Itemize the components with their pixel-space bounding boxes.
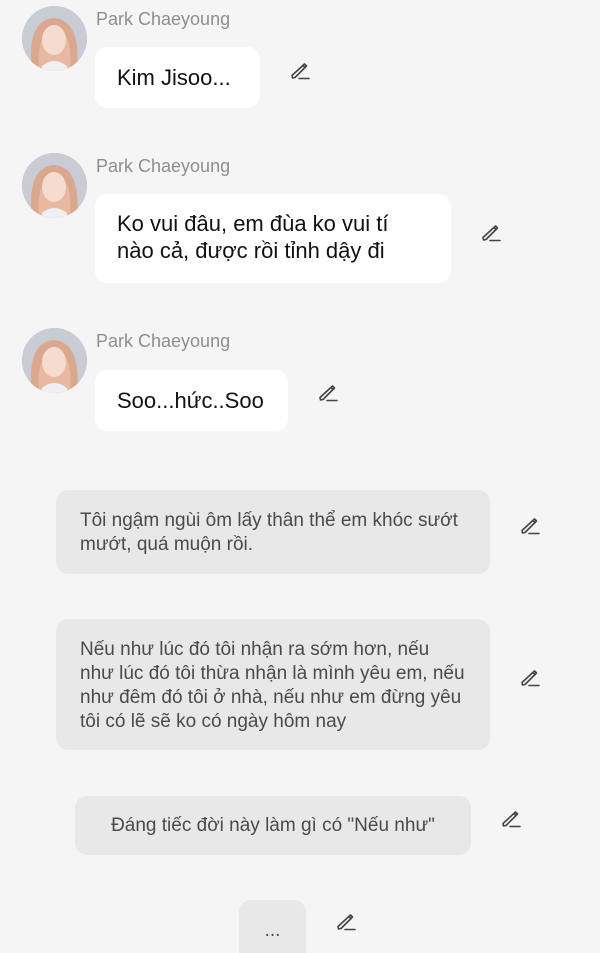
pencil-edit-icon[interactable] — [519, 666, 541, 688]
message-bubble: Ko vui đâu, em đùa ko vui tí nào cả, đượ… — [95, 194, 451, 283]
sender-name: Park Chaeyoung — [96, 331, 231, 351]
narration-text: ... — [264, 920, 281, 941]
pencil-edit-icon[interactable] — [500, 807, 522, 829]
message-text: Soo...hức..Soo — [117, 388, 264, 413]
pencil-edit-icon[interactable] — [317, 381, 339, 403]
message-bubble: Soo...hức..Soo — [95, 370, 288, 431]
avatar[interactable] — [22, 6, 87, 71]
avatar[interactable] — [22, 153, 87, 218]
pencil-edit-icon[interactable] — [480, 221, 502, 243]
pencil-edit-icon[interactable] — [289, 59, 311, 81]
message-bubble: Kim Jisoo... — [95, 47, 260, 108]
pencil-edit-icon[interactable] — [335, 910, 357, 932]
pencil-edit-icon[interactable] — [519, 514, 541, 536]
narration-bubble: Đáng tiếc đời này làm gì có "Nếu như" — [75, 796, 471, 855]
narration-bubble: Nếu như lúc đó tôi nhận ra sớm hơn, nếu … — [56, 619, 490, 750]
narration-text: Tôi ngậm ngùi ôm lấy thân thể em khóc sư… — [80, 510, 458, 555]
avatar[interactable] — [22, 328, 87, 393]
narration-text: Đáng tiếc đời này làm gì có "Nếu như" — [111, 814, 435, 836]
sender-name: Park Chaeyoung — [96, 9, 231, 29]
narration-bubble: ... — [239, 900, 306, 953]
message-text: Ko vui đâu, em đùa ko vui tí nào cả, đượ… — [117, 211, 389, 263]
narration-text: Nếu như lúc đó tôi nhận ra sớm hơn, nếu … — [80, 639, 465, 732]
message-text: Kim Jisoo... — [117, 65, 231, 90]
sender-name: Park Chaeyoung — [96, 156, 231, 176]
narration-bubble: Tôi ngậm ngùi ôm lấy thân thể em khóc sư… — [56, 490, 490, 574]
